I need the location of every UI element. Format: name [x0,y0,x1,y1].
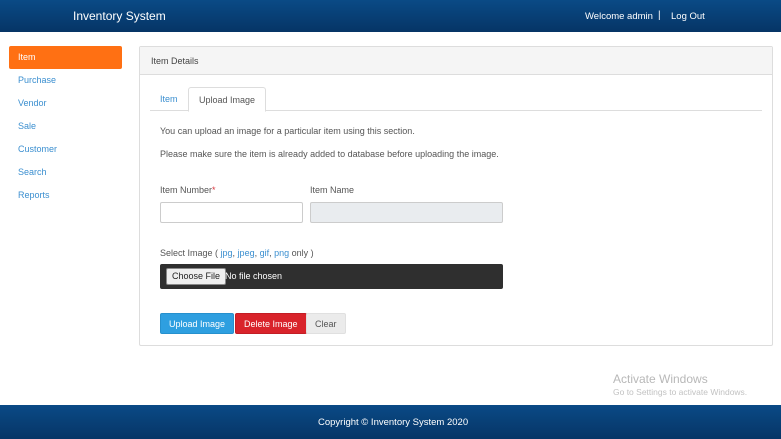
activation-watermark-subtitle: Go to Settings to activate Windows. [613,387,748,397]
file-input[interactable]: Choose File No file chosen [160,264,503,289]
sidebar-item-sale[interactable]: Sale [9,115,122,138]
tab-upload-image[interactable]: Upload Image [188,87,267,112]
nav-separator: | [658,10,661,21]
clear-button[interactable]: Clear [306,313,346,334]
sidebar-item-reports[interactable]: Reports [9,184,122,207]
tab-bar: Item Upload Image [150,87,762,112]
required-mark: * [212,185,216,195]
item-number-label-text: Item Number [160,185,213,195]
sidebar-item-search[interactable]: Search [9,161,122,184]
ext-gif: gif [259,248,270,258]
tab-item[interactable]: Item [150,87,188,111]
item-number-label: Item Number* [160,185,216,195]
sidebar-item-vendor[interactable]: Vendor [9,92,122,115]
select-image-prefix: Select Image ( [160,248,221,258]
select-image-suffix: only ) [289,248,314,258]
logout-link[interactable]: Log Out [671,11,705,22]
ext-jpeg: jpeg [237,248,255,258]
activation-watermark-title: Activate Windows [613,372,708,386]
welcome-text: Welcome admin [585,11,653,22]
sidebar-item-purchase[interactable]: Purchase [9,69,122,92]
copyright-text: Copyright © Inventory System 2020 [318,417,469,428]
panel-title: Item Details [140,47,772,75]
item-details-panel: Item Details Item Upload Image You can u… [139,46,773,346]
app-brand[interactable]: Inventory System [73,9,166,23]
sidebar-item-item[interactable]: Item [9,46,122,69]
upload-image-button[interactable]: Upload Image [160,313,235,334]
delete-image-button[interactable]: Delete Image [235,313,307,334]
sidebar-nav: Item Purchase Vendor Sale Customer Searc… [9,46,122,207]
sidebar-item-customer[interactable]: Customer [9,138,122,161]
item-name-label: Item Name [310,185,355,195]
info-text-2: Please make sure the item is already add… [160,149,499,159]
ext-jpg: jpg [220,248,233,258]
info-text-1: You can upload an image for a particular… [160,126,415,136]
item-number-field[interactable] [160,202,303,223]
select-image-label: Select Image ( jpg, jpeg, gif, png only … [160,248,314,258]
item-name-field [310,202,503,223]
choose-file-button[interactable]: Choose File [166,268,227,285]
footer: Copyright © Inventory System 2020 [0,405,781,439]
ext-png: png [274,248,290,258]
top-navbar: Inventory System Welcome admin | Log Out [0,0,781,32]
file-status: No file chosen [225,271,283,281]
